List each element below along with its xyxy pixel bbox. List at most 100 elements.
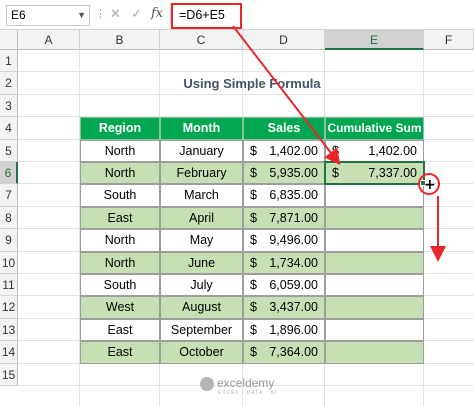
row-header-13[interactable]: 13 (0, 318, 18, 342)
row-header-8[interactable]: 8 (0, 206, 18, 230)
month-cell[interactable]: September (160, 318, 243, 342)
currency-symbol: $ (332, 143, 339, 158)
region-cell[interactable]: East (80, 318, 160, 342)
sales-cell[interactable]: $6,835.00 (243, 184, 325, 207)
month-cell[interactable]: February (160, 162, 243, 185)
cumulative-sum-cell[interactable]: $1,402.00 (325, 139, 424, 162)
formula-text[interactable]: =D6+E5 (171, 3, 242, 29)
more-options-icon[interactable]: ⋮ (95, 7, 106, 20)
month-cell[interactable]: October (160, 341, 243, 364)
cumulative-sum-cell[interactable] (325, 341, 424, 364)
cancel-icon[interactable]: ✕ (110, 6, 121, 22)
row-header-14[interactable]: 14 (0, 341, 18, 364)
sales-cell[interactable]: $1,734.00 (243, 251, 325, 274)
table-header-cell[interactable]: Cumulative Sum (325, 117, 424, 140)
cumulative-sum-cell[interactable] (325, 206, 424, 230)
chevron-down-icon[interactable]: ▼ (77, 6, 86, 25)
sales-cell[interactable]: $7,364.00 (243, 341, 325, 364)
cumulative-sum-cell[interactable] (325, 184, 424, 207)
sales-value: 1,896.00 (269, 322, 318, 337)
column-header-d[interactable]: D (243, 30, 325, 50)
month-cell[interactable]: January (160, 139, 243, 162)
currency-symbol: $ (250, 322, 257, 337)
formula-bar: E6 ▼ ⋮ ✕ ✓ fx =D6+E5 (0, 0, 474, 30)
row-header-4[interactable]: 4 (0, 117, 18, 140)
enter-icon[interactable]: ✓ (131, 6, 142, 22)
watermark-tagline: EXCEL · DATA · BI (218, 390, 278, 396)
month-cell[interactable]: August (160, 296, 243, 319)
row-header-15[interactable]: 15 (0, 363, 18, 386)
row-header-12[interactable]: 12 (0, 296, 18, 319)
sales-value: 6,059.00 (269, 278, 318, 292)
region-cell[interactable]: South (80, 274, 160, 297)
row-header-7[interactable]: 7 (0, 184, 18, 207)
cumulative-sum-cell[interactable] (325, 251, 424, 274)
sales-value: 7,871.00 (269, 210, 318, 225)
exceldemy-logo-icon (200, 376, 214, 391)
sales-cell[interactable]: $3,437.00 (243, 296, 325, 319)
sales-cell[interactable]: $1,402.00 (243, 139, 325, 162)
fill-handle[interactable] (420, 180, 426, 187)
row-header-11[interactable]: 11 (0, 274, 18, 297)
sales-cell[interactable]: $5,935.00 (243, 162, 325, 185)
cumulative-sum-cell[interactable] (325, 318, 424, 342)
sales-value: 1,734.00 (269, 255, 318, 270)
month-cell[interactable]: May (160, 229, 243, 252)
row-header-5[interactable]: 5 (0, 139, 18, 162)
region-cell[interactable]: North (80, 229, 160, 252)
month-cell[interactable]: April (160, 206, 243, 230)
row-header-3[interactable]: 3 (0, 94, 18, 118)
name-box[interactable]: E6 ▼ (6, 5, 90, 26)
sales-cell[interactable]: $1,896.00 (243, 318, 325, 342)
column-header-e[interactable]: E (325, 30, 424, 50)
cumulative-sum-cell[interactable] (325, 274, 424, 297)
cumulative-sum-cell[interactable] (325, 296, 424, 319)
month-cell[interactable]: July (160, 274, 243, 297)
column-header-f[interactable]: F (424, 30, 474, 50)
cumulative-sum-value: 1,402.00 (368, 143, 417, 158)
region-cell[interactable]: North (80, 251, 160, 274)
table-header-cell[interactable]: Sales (243, 117, 325, 140)
currency-symbol: $ (250, 345, 257, 360)
watermark: exceldemy (200, 376, 274, 391)
region-cell[interactable]: North (80, 139, 160, 162)
currency-symbol: $ (250, 210, 257, 225)
region-cell[interactable]: South (80, 184, 160, 207)
table-header-cell[interactable]: Month (160, 117, 243, 140)
sales-value: 5,935.00 (269, 166, 318, 180)
table-header-cell[interactable]: Region (80, 117, 160, 140)
column-header-c[interactable]: C (160, 30, 243, 50)
gridline (18, 71, 474, 73)
sales-value: 3,437.00 (269, 300, 318, 315)
month-cell[interactable]: June (160, 251, 243, 274)
active-cell-outline (324, 161, 425, 186)
sheet-title: Using Simple Formula (183, 76, 321, 91)
select-all-corner[interactable] (0, 30, 18, 50)
region-cell[interactable]: East (80, 206, 160, 230)
row-header-2[interactable]: 2 (0, 72, 18, 95)
row-header-9[interactable]: 9 (0, 229, 18, 252)
region-cell[interactable]: East (80, 341, 160, 364)
cumulative-sum-cell[interactable] (325, 229, 424, 252)
currency-symbol: $ (250, 255, 257, 270)
row-header-10[interactable]: 10 (0, 251, 18, 274)
name-box-value: E6 (11, 8, 26, 22)
currency-symbol: $ (250, 278, 257, 292)
sales-cell[interactable]: $6,059.00 (243, 274, 325, 297)
region-cell[interactable]: North (80, 162, 160, 185)
currency-symbol: $ (250, 300, 257, 315)
row-header-1[interactable]: 1 (0, 50, 18, 73)
sales-value: 1,402.00 (269, 143, 318, 158)
month-cell[interactable]: March (160, 184, 243, 207)
insert-function-icon[interactable]: fx (151, 6, 163, 21)
sales-cell[interactable]: $7,871.00 (243, 206, 325, 230)
column-header-b[interactable]: B (80, 30, 160, 50)
region-cell[interactable]: West (80, 296, 160, 319)
currency-symbol: $ (250, 166, 257, 180)
row-header-6[interactable]: 6 (0, 162, 18, 185)
currency-symbol: $ (250, 143, 257, 158)
sales-value: 6,835.00 (269, 188, 318, 203)
sales-cell[interactable]: $9,496.00 (243, 229, 325, 252)
sales-value: 9,496.00 (269, 233, 318, 248)
column-header-a[interactable]: A (18, 30, 80, 50)
